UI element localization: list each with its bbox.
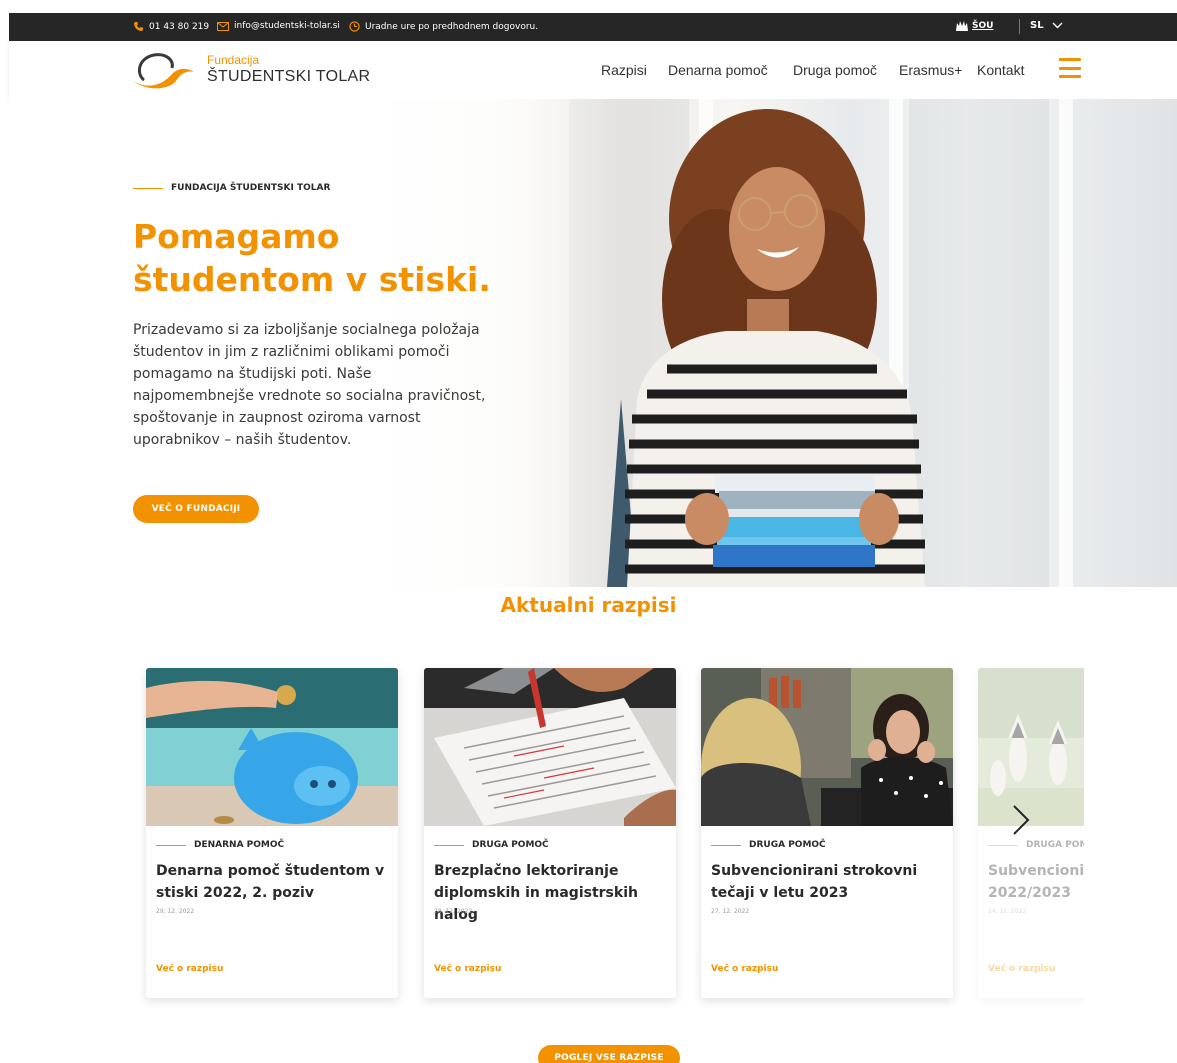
card-title[interactable]: Subvencionirani strokovni tečaji v letu …: [711, 860, 945, 904]
hamburger-menu-icon[interactable]: [1059, 58, 1081, 78]
nav-druga-pomoc[interactable]: Druga pomoč: [793, 62, 877, 78]
card-more-link[interactable]: Več o razpisu: [434, 964, 501, 974]
card-category: DENARNA POMOČ: [156, 840, 284, 850]
section-title: Aktualni razpisi: [500, 593, 677, 617]
card-category: DRUGA POMOČ: [988, 840, 1084, 850]
hero-title: Pomagamo študentom v stiski.: [133, 215, 553, 301]
email-address: info@studentski-tolar.si: [234, 21, 340, 31]
hero-description: Prizadevamo si za izboljšanje socialnega…: [133, 322, 486, 448]
card-category-label: DENARNA POMOČ: [194, 840, 285, 850]
all-calls-button[interactable]: POGLEJ VSE RAZPISE: [538, 1045, 680, 1063]
mail-icon: [217, 21, 229, 31]
phone-number: 01 43 80 219: [149, 21, 210, 32]
student-photo: [607, 109, 925, 587]
card-category-label: DRUGA POMOČ: [472, 840, 549, 850]
top-bar: 01 43 80 219 info@studentski-tolar.si Ur…: [9, 13, 1177, 41]
cards-carousel: DENARNA POMOČ Denarna pomoč študentom v …: [140, 660, 1084, 1010]
nav-erasmus[interactable]: Erasmus+: [899, 62, 962, 78]
language-label: SL: [1030, 20, 1044, 31]
card-title[interactable]: Denarna pomoč študentom v stiski 2022, 2…: [156, 860, 390, 904]
brand-line-2: ŠTUDENTSKI TOLAR: [207, 68, 371, 85]
hero-title-line-1: Pomagamo: [133, 217, 340, 256]
language-selector[interactable]: SL: [1030, 20, 1063, 31]
clock-icon: [349, 21, 360, 32]
card-category-label: DRUGA POMOČ: [749, 840, 826, 850]
brand-logo-icon[interactable]: [132, 50, 196, 90]
office-hours: Uradne ure po predhodnem dogovoru.: [349, 21, 538, 32]
card-date: 28. 12. 2022: [434, 908, 473, 915]
sou-logo-icon: [956, 21, 968, 31]
card-category-label: DRUGA POMOČ: [1026, 840, 1084, 850]
phone-contact[interactable]: 01 43 80 219: [133, 21, 209, 32]
eyebrow-line: [133, 187, 163, 189]
hero-title-line-2: študentom v stiski.: [133, 260, 491, 299]
nav-razpisi[interactable]: Razpisi: [601, 62, 647, 78]
card[interactable]: DRUGA POMOČ Subvencionirani strokovni te…: [701, 668, 953, 998]
sou-partner-link[interactable]: ŠOU: [955, 20, 993, 32]
card-title[interactable]: Brezplačno lektoriranje diplomskih in ma…: [434, 860, 668, 926]
card-category: DRUGA POMOČ: [434, 840, 549, 850]
card-date: 27. 12. 2022: [711, 908, 750, 915]
chevron-right-icon[interactable]: [1010, 803, 1032, 837]
chevron-down-icon: [1052, 22, 1063, 29]
piggy-bank-image: [146, 668, 398, 826]
office-hours-text: Uradne ure po predhodnem dogovoru.: [365, 21, 539, 32]
nav-denarna-pomoc[interactable]: Denarna pomoč: [668, 62, 768, 78]
phone-icon: [133, 21, 144, 32]
hero-eyebrow-text: FUNDACIJA ŠTUDENTSKI TOLAR: [171, 183, 331, 193]
card-more-link[interactable]: Več o razpisu: [156, 964, 223, 974]
brand-line-1: Fundacija: [207, 53, 260, 67]
card-category: DRUGA POMOČ: [711, 840, 826, 850]
card[interactable]: DRUGA POMOČ Brezplačno lektoriranje dipl…: [424, 668, 676, 998]
card-date: 14. 12. 2022: [988, 908, 1027, 915]
hero-eyebrow: FUNDACIJA ŠTUDENTSKI TOLAR: [133, 183, 330, 193]
sign-language-course-image: [701, 668, 953, 826]
card-date: 29. 12. 2022: [156, 908, 195, 915]
card-more-link[interactable]: Več o razpisu: [711, 964, 778, 974]
nav-kontakt[interactable]: Kontakt: [977, 62, 1024, 78]
sou-label: ŠOU: [972, 21, 994, 31]
email-contact[interactable]: info@studentski-tolar.si: [217, 21, 340, 31]
card[interactable]: DENARNA POMOČ Denarna pomoč študentom v …: [146, 668, 398, 998]
proofreading-image: [424, 668, 676, 826]
card-title[interactable]: Subvencionirani tečaji 2022/2023: [988, 860, 1084, 904]
card-more-link[interactable]: Več o razpisu: [988, 964, 1055, 974]
brand-name[interactable]: Fundacija ŠTUDENTSKI TOLAR: [207, 54, 370, 86]
hero-banner: FUNDACIJA ŠTUDENTSKI TOLAR Pomagamo štud…: [9, 99, 1177, 587]
about-foundation-button[interactable]: VEČ O FUNDACIJI: [133, 495, 259, 523]
site-header: Fundacija ŠTUDENTSKI TOLAR Razpisi Denar…: [9, 41, 1177, 99]
topbar-divider: [1019, 19, 1020, 34]
